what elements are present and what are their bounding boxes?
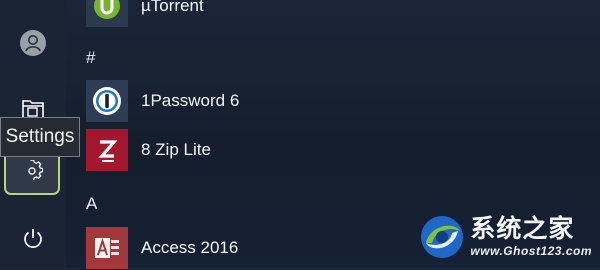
app-label: Access 2016: [141, 238, 239, 257]
watermark-url: www.Ghost123.com: [470, 244, 592, 258]
user-avatar-icon: [20, 30, 46, 56]
power-button[interactable]: [4, 212, 62, 264]
user-account-button[interactable]: [4, 17, 62, 69]
utorrent-icon: [86, 0, 128, 27]
app-label: 1Password 6: [141, 91, 240, 110]
app-item-access[interactable]: Access 2016: [86, 226, 238, 270]
8zip-icon: [86, 129, 128, 171]
ghost123-logo-icon: [421, 216, 464, 258]
ghost123-watermark: 系统之家 www.Ghost123.com: [418, 213, 592, 261]
watermark-title: 系统之家: [470, 214, 575, 243]
gear-icon: [28, 160, 43, 181]
section-header-a[interactable]: A: [86, 194, 97, 214]
app-label: µTorrent: [141, 0, 204, 15]
access-icon: [86, 227, 128, 269]
app-item-8zip[interactable]: 8 Zip Lite: [86, 128, 211, 172]
app-item-utorrent[interactable]: µTorrent: [86, 0, 204, 28]
onepassword-icon: [86, 80, 128, 122]
power-icon: [24, 229, 42, 248]
settings-tooltip: Settings: [0, 117, 80, 157]
section-header-hash[interactable]: #: [86, 48, 95, 68]
app-label: 8 Zip Lite: [141, 140, 211, 159]
app-item-1password[interactable]: 1Password 6: [86, 79, 239, 123]
